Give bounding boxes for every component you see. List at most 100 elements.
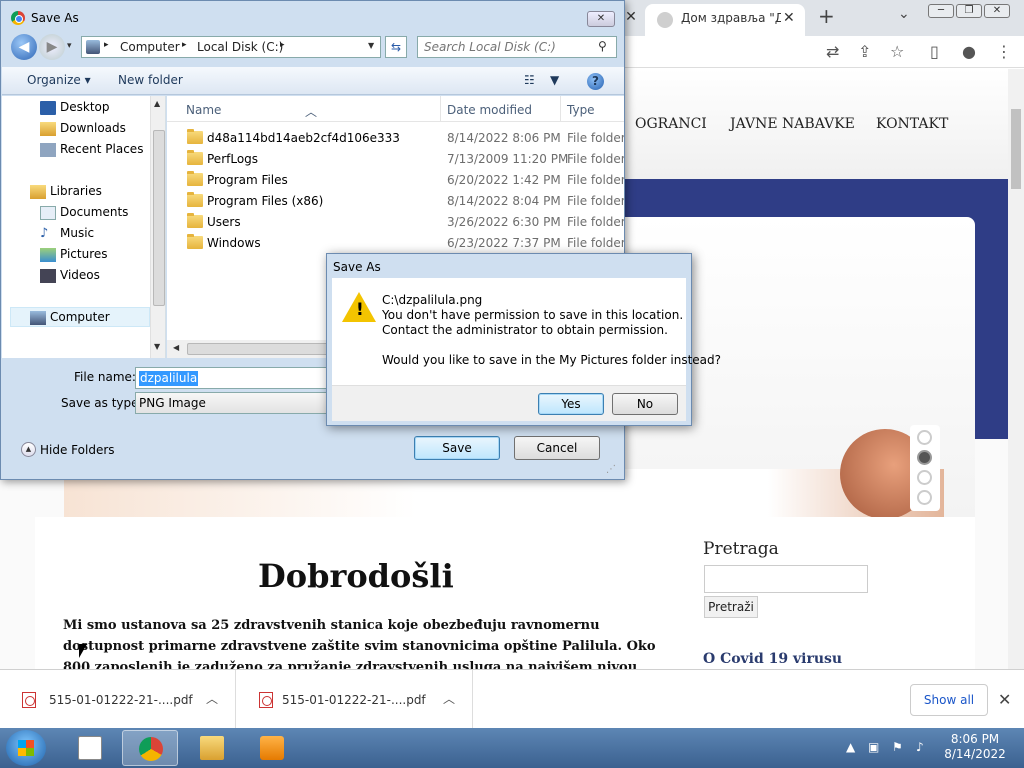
site-search-button[interactable]: Pretraži bbox=[704, 596, 758, 618]
slider-dot-active[interactable] bbox=[917, 450, 932, 465]
tray-expand-icon[interactable]: ▲ bbox=[846, 740, 855, 754]
taskbar-app-solitaire[interactable] bbox=[62, 730, 118, 766]
breadcrumb-separator-icon[interactable]: ▸ bbox=[182, 40, 187, 50]
taskbar-app-explorer[interactable] bbox=[184, 730, 240, 766]
save-button[interactable]: Save bbox=[414, 436, 500, 460]
scroll-left-icon[interactable]: ◀ bbox=[173, 343, 179, 352]
organize-button[interactable]: Organize ▾ bbox=[27, 73, 91, 87]
hide-folders-toggle[interactable]: ▲ Hide Folders bbox=[21, 442, 115, 457]
nav-item-computer[interactable]: Computer bbox=[50, 310, 110, 324]
column-header-type[interactable]: Type bbox=[567, 103, 595, 117]
column-divider[interactable] bbox=[560, 96, 561, 122]
refresh-button[interactable]: ⇆ bbox=[385, 36, 407, 58]
column-header-name[interactable]: Name bbox=[186, 103, 221, 117]
start-button[interactable] bbox=[6, 730, 46, 766]
file-row[interactable]: Program Files 6/20/2022 1:42 PM File fol… bbox=[167, 170, 624, 191]
covid-heading-link[interactable]: O Covid 19 virusu bbox=[703, 651, 842, 667]
nav-link-javne-nabavke[interactable]: JAVNE NABAVKE bbox=[730, 116, 855, 132]
slider-dot[interactable] bbox=[917, 430, 932, 445]
sidepanel-icon[interactable]: ▯ bbox=[930, 42, 939, 61]
download-item[interactable]: 515-01-01222-21-....pdf ︿ bbox=[237, 670, 473, 729]
nav-item-music[interactable]: Music bbox=[60, 226, 94, 240]
action-center-icon[interactable]: ⚑ bbox=[892, 740, 903, 754]
page-scrollbar-thumb[interactable] bbox=[1011, 109, 1021, 189]
breadcrumb-computer[interactable]: Computer bbox=[120, 40, 180, 54]
dialog-close-button[interactable]: ✕ bbox=[587, 11, 615, 27]
close-window-button[interactable]: ✕ bbox=[984, 4, 1010, 18]
tab-close-icon[interactable]: ✕ bbox=[783, 10, 795, 26]
slider-pagination bbox=[910, 425, 940, 511]
column-header-date-modified[interactable]: Date modified bbox=[447, 103, 532, 117]
file-row[interactable]: PerfLogs 7/13/2009 11:20 PM File folder bbox=[167, 149, 624, 170]
restore-button[interactable]: ❐ bbox=[956, 4, 982, 18]
new-tab-button[interactable]: + bbox=[818, 4, 835, 28]
scroll-up-icon[interactable]: ▲ bbox=[154, 99, 160, 108]
file-name: PerfLogs bbox=[207, 152, 259, 166]
tab-title: Дом здравља "Д bbox=[681, 11, 781, 25]
search-icon[interactable]: ⚲ bbox=[598, 39, 607, 53]
file-row[interactable]: d48a114bd14aeb2cf4d106e333 8/14/2022 8:0… bbox=[167, 128, 624, 149]
nav-item-pictures[interactable]: Pictures bbox=[60, 247, 108, 261]
search-input[interactable] bbox=[424, 37, 594, 57]
help-icon[interactable]: ? bbox=[587, 73, 604, 90]
address-bar[interactable]: ▸ Computer ▸ Local Disk (C:) ▸ ▼ bbox=[81, 36, 381, 58]
tab-search-chevron-icon[interactable]: ⌄ bbox=[898, 6, 910, 22]
view-dropdown-icon[interactable]: ▼ bbox=[550, 73, 559, 87]
translate-icon[interactable]: ⇄ bbox=[826, 42, 839, 61]
close-downloads-bar-icon[interactable]: ✕ bbox=[998, 690, 1011, 709]
nav-item-downloads[interactable]: Downloads bbox=[60, 121, 126, 135]
breadcrumb-separator-icon[interactable]: ▸ bbox=[280, 40, 285, 50]
show-all-downloads-button[interactable]: Show all bbox=[910, 684, 988, 716]
file-row[interactable]: Windows 6/23/2022 7:37 PM File folder bbox=[167, 233, 624, 254]
command-bar: Organize ▾ New folder ☷ ▼ ? bbox=[2, 67, 624, 95]
page-title: Dobrodošli bbox=[258, 557, 454, 595]
scrollbar-thumb[interactable] bbox=[187, 343, 347, 355]
taskbar-app-media-player[interactable] bbox=[244, 730, 300, 766]
address-dropdown-icon[interactable]: ▼ bbox=[368, 41, 374, 50]
file-row[interactable]: Users 3/26/2022 6:30 PM File folder bbox=[167, 212, 624, 233]
site-search-input[interactable] bbox=[704, 565, 868, 593]
minimize-button[interactable]: ─ bbox=[928, 4, 954, 18]
view-options-icon[interactable]: ☷ bbox=[524, 73, 535, 87]
nav-link-ogranci[interactable]: OGRANCI bbox=[635, 116, 707, 132]
nav-item-videos[interactable]: Videos bbox=[60, 268, 100, 282]
recent-locations-dropdown-icon[interactable]: ▾ bbox=[67, 41, 72, 51]
file-name: Program Files (x86) bbox=[207, 194, 324, 208]
new-folder-button[interactable]: New folder bbox=[118, 73, 183, 87]
breadcrumb-local-disk[interactable]: Local Disk (C:) bbox=[197, 40, 283, 54]
nav-item-libraries[interactable]: Libraries bbox=[50, 184, 102, 198]
slider-dot[interactable] bbox=[917, 490, 932, 505]
resize-grip-icon[interactable]: ⋰ bbox=[606, 464, 616, 475]
taskbar-app-chrome[interactable] bbox=[122, 730, 178, 766]
yes-button[interactable]: Yes bbox=[538, 393, 604, 415]
nav-item-desktop[interactable]: Desktop bbox=[60, 100, 110, 114]
volume-icon[interactable]: ♪ bbox=[916, 740, 924, 754]
share-icon[interactable]: ⇪ bbox=[858, 42, 871, 61]
star-icon[interactable]: ☆ bbox=[890, 42, 904, 61]
nav-item-documents[interactable]: Documents bbox=[60, 205, 128, 219]
cancel-button[interactable]: Cancel bbox=[514, 436, 600, 460]
taskbar-clock[interactable]: 8:06 PM 8/14/2022 bbox=[940, 732, 1010, 762]
nav-link-kontakt[interactable]: KONTAKT bbox=[876, 116, 948, 132]
profile-icon[interactable]: ● bbox=[962, 42, 976, 61]
breadcrumb-separator-icon[interactable]: ▸ bbox=[104, 40, 109, 50]
back-button[interactable]: ◀ bbox=[11, 34, 37, 60]
search-box[interactable]: ⚲ bbox=[417, 36, 617, 58]
browser-tab-active[interactable]: Дом здравља "Д ✕ bbox=[645, 4, 805, 36]
chevron-up-icon[interactable]: ︿ bbox=[206, 690, 218, 707]
chevron-up-icon[interactable]: ︿ bbox=[443, 690, 455, 707]
scroll-down-icon[interactable]: ▼ bbox=[154, 342, 160, 351]
column-divider[interactable] bbox=[440, 96, 441, 122]
slider-dot[interactable] bbox=[917, 470, 932, 485]
message-box-buttons: Yes No bbox=[332, 385, 686, 421]
nav-item-recent-places[interactable]: Recent Places bbox=[60, 142, 143, 156]
download-item[interactable]: 515-01-01222-21-....pdf ︿ bbox=[0, 670, 236, 729]
file-row[interactable]: Program Files (x86) 8/14/2022 8:04 PM Fi… bbox=[167, 191, 624, 212]
navigation-pane-scrollbar[interactable]: ▲ ▼ bbox=[150, 96, 165, 358]
page-scrollbar[interactable] bbox=[1008, 69, 1024, 669]
forward-button[interactable]: ▶ bbox=[39, 34, 65, 60]
network-icon[interactable]: ▣ bbox=[868, 740, 879, 754]
no-button[interactable]: No bbox=[612, 393, 678, 415]
scrollbar-thumb[interactable] bbox=[153, 130, 165, 306]
menu-icon[interactable]: ⋮ bbox=[996, 42, 1012, 61]
